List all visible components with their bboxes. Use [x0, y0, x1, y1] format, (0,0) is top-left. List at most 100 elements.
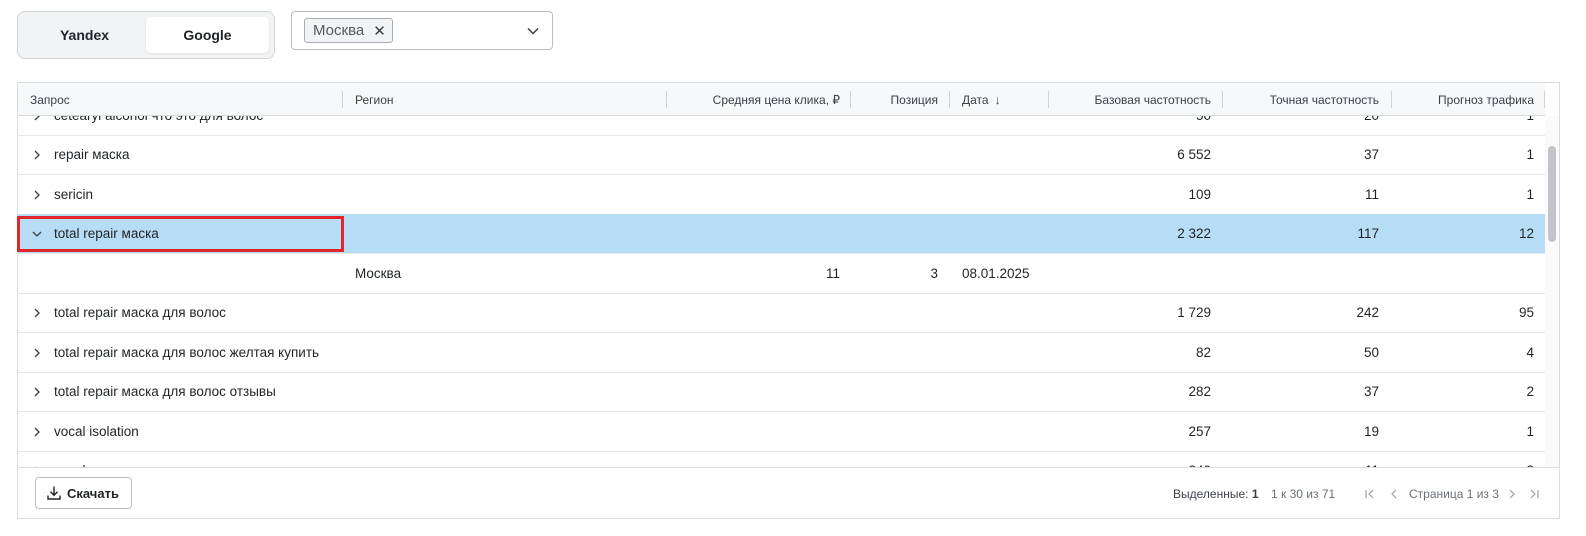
keywords-grid: Запрос Регион Средняя цена клика, ₽ Пози… [17, 82, 1560, 519]
column-header-query[interactable]: Запрос [30, 83, 70, 116]
cell-traffic-forecast: 2 [1526, 384, 1534, 399]
column-resizer[interactable] [666, 91, 667, 108]
cell-query: vocal [54, 451, 86, 467]
table-row[interactable]: sericin 109 11 1 [18, 175, 1545, 215]
column-header-region-label: Регион [355, 92, 394, 107]
region-select[interactable]: Москва ✕ [291, 11, 553, 50]
cell-base-frequency: 50 [1058, 116, 1211, 135]
table-row-selected[interactable]: total repair маска 2 322 117 12 [18, 214, 1545, 254]
column-resizer[interactable] [1222, 91, 1223, 108]
table-row[interactable]: vocal isolation 257 19 1 [18, 412, 1545, 452]
table-row[interactable]: cetearyl alcohol что это для волос 50 20… [18, 116, 1545, 136]
cell-traffic-forecast: 1 [1526, 147, 1534, 162]
column-header-avg-cpc-label: Средняя цена клика, ₽ [712, 92, 840, 107]
vertical-scrollbar[interactable] [1545, 116, 1559, 467]
cell-base-frequency: 6 552 [1177, 147, 1211, 162]
chevron-right-icon[interactable] [30, 116, 44, 135]
column-resizer[interactable] [949, 91, 950, 108]
selected-label: Выделенные: [1173, 486, 1249, 501]
column-header-avg-cpc[interactable]: Средняя цена клика, ₽ [678, 83, 840, 116]
last-page-icon[interactable] [1528, 468, 1540, 518]
chevron-down-icon[interactable] [30, 214, 44, 253]
cell-date: 08.01.2025 [962, 266, 1030, 281]
chevron-right-icon[interactable] [30, 372, 44, 411]
cell-exact-frequency: 37 [1363, 147, 1379, 162]
scrollbar-thumb[interactable] [1548, 146, 1556, 242]
column-resizer[interactable] [1544, 91, 1545, 108]
column-resizer[interactable] [1048, 91, 1049, 108]
column-header-position-label: Позиция [890, 92, 938, 107]
cell-query: total repair маска для волос [54, 305, 226, 320]
cell-traffic-forecast: 95 [1518, 305, 1534, 320]
table-row[interactable]: total repair маска для волос отзывы 282 … [18, 372, 1545, 412]
cell-position: 3 [930, 266, 938, 281]
chevron-down-icon[interactable] [526, 24, 540, 38]
table-row[interactable]: vocal 340 11 3 [18, 451, 1545, 467]
cell-avg-cpc: 11 [825, 266, 840, 281]
column-resizer[interactable] [342, 91, 343, 108]
detail-row[interactable]: Москва 11 3 08.01.2025 [18, 254, 1545, 294]
cell-exact-frequency: 11 [1364, 187, 1379, 202]
engine-google-button[interactable]: Google [146, 17, 269, 53]
chevron-right-icon[interactable] [30, 135, 44, 174]
chevron-right-icon[interactable] [30, 451, 44, 467]
chevron-right-icon[interactable] [30, 293, 44, 332]
download-button[interactable]: Скачать [35, 477, 132, 509]
cell-query: total repair маска для волос отзывы [54, 384, 276, 399]
cell-query: total repair маска [54, 226, 159, 241]
column-header-traffic-forecast[interactable]: Прогноз трафика [1403, 83, 1534, 116]
cell-query: vocal isolation [54, 424, 139, 439]
cell-exact-frequency: 11 [1233, 451, 1379, 467]
column-header-date[interactable]: Дата ↓ [962, 83, 1001, 116]
first-page-icon[interactable] [1364, 468, 1376, 518]
column-header-exact-frequency-label: Точная частотность [1269, 92, 1379, 107]
cell-query: total repair маска для волос желтая купи… [54, 345, 320, 360]
next-page-icon[interactable] [1508, 468, 1516, 518]
cell-traffic-forecast: 1 [1403, 116, 1534, 135]
cell-base-frequency: 340 [1058, 451, 1211, 467]
table-row[interactable]: total repair маска для волос 1 729 242 9… [18, 293, 1545, 333]
download-button-label: Скачать [67, 485, 119, 501]
table-row[interactable]: total repair маска для волос желтая купи… [18, 333, 1545, 373]
column-header-exact-frequency[interactable]: Точная частотность [1233, 83, 1379, 116]
search-engine-toggle: Yandex Google [17, 11, 275, 59]
cell-exact-frequency: 19 [1363, 424, 1379, 439]
cell-base-frequency: 82 [1195, 345, 1211, 360]
grid-footer: Скачать Выделенные: 1 1 к 30 из 71 Стран… [18, 467, 1559, 518]
column-header-date-label: Дата [962, 92, 989, 107]
selected-summary: Выделенные: 1 [1173, 468, 1259, 518]
page-indicator: Страница 1 из 3 [1409, 486, 1499, 501]
column-header-base-frequency[interactable]: Базовая частотность [1058, 83, 1211, 116]
table-row[interactable]: repair маска 6 552 37 1 [18, 135, 1545, 175]
chevron-right-icon[interactable] [30, 412, 44, 451]
cell-base-frequency: 109 [1188, 187, 1211, 202]
cell-region: Москва [355, 266, 402, 281]
region-chip-label: Москва [313, 22, 365, 39]
cell-base-frequency: 282 [1188, 384, 1211, 399]
engine-yandex-button[interactable]: Yandex [23, 17, 146, 53]
cell-base-frequency: 2 322 [1177, 226, 1211, 241]
remove-chip-icon[interactable]: ✕ [373, 22, 386, 40]
cell-base-frequency: 257 [1188, 424, 1211, 439]
column-resizer[interactable] [850, 91, 851, 108]
cell-base-frequency: 1 729 [1177, 305, 1211, 320]
column-header-base-frequency-label: Базовая частотность [1094, 92, 1211, 107]
cell-exact-frequency: 242 [1356, 305, 1379, 320]
cell-query: repair маска [54, 147, 130, 162]
chevron-right-icon[interactable] [30, 175, 44, 214]
grid-body: cetearyl alcohol что это для волос 50 20… [18, 116, 1545, 467]
column-resizer[interactable] [1391, 91, 1392, 108]
column-header-position[interactable]: Позиция [863, 83, 938, 116]
cell-traffic-forecast: 3 [1403, 451, 1534, 467]
cell-exact-frequency: 50 [1363, 345, 1379, 360]
download-icon [47, 486, 61, 500]
cell-query: cetearyl alcohol что это для волос [54, 116, 263, 135]
cell-exact-frequency: 37 [1363, 384, 1379, 399]
cell-exact-frequency: 20 [1233, 116, 1379, 135]
chevron-right-icon[interactable] [30, 333, 44, 372]
cell-traffic-forecast: 1 [1526, 187, 1534, 202]
sort-descending-icon: ↓ [994, 92, 1001, 107]
cell-traffic-forecast: 1 [1526, 424, 1534, 439]
column-header-region[interactable]: Регион [355, 83, 394, 116]
previous-page-icon[interactable] [1390, 468, 1398, 518]
